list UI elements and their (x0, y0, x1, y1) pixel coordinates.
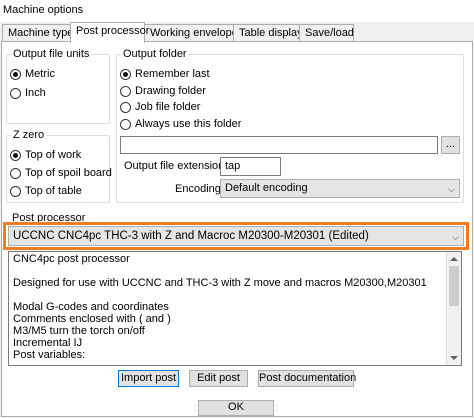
post-processor-select[interactable]: UCCNC CNC4pc THC-3 with Z and Macroc M20… (8, 226, 464, 246)
post-documentation-button[interactable]: Post documentation (258, 370, 356, 387)
scrollbar-graphic (449, 257, 459, 360)
radio-top-of-work-label: Top of work (25, 149, 82, 161)
tab-save-load[interactable]: Save/load (299, 24, 354, 42)
tab-table-display[interactable]: Table display (233, 24, 303, 42)
radio-top-of-spoil-board[interactable]: Top of spoil board (10, 167, 112, 179)
radio-inch[interactable]: Inch (10, 87, 46, 99)
description-line: Incremental IJ (13, 337, 83, 349)
description-line: Comments enclosed with ( and ) (13, 313, 171, 325)
radio-drawing-folder[interactable]: Drawing folder (120, 85, 206, 97)
radio-metric[interactable]: Metric (10, 68, 55, 80)
description-line (13, 289, 457, 301)
encoding-select-value: Default encoding (225, 182, 308, 194)
radio-job-file-folder-label: Job file folder (135, 101, 201, 113)
radio-always-use-folder[interactable]: Always use this folder (120, 118, 241, 130)
title-bar: Machine options (0, 0, 474, 22)
radio-drawing-folder-circle[interactable] (120, 85, 131, 97)
radio-inch-circle[interactable] (10, 87, 21, 99)
tab-strip: Machine type Post processor Working enve… (0, 22, 474, 43)
tab-machine-type[interactable]: Machine type (2, 24, 73, 42)
radio-job-file-folder[interactable]: Job file folder (120, 101, 200, 113)
description-line: CNC4pc post processor (13, 253, 130, 265)
radio-top-of-spoil-board-label: Top of spoil board (25, 167, 112, 179)
description-line: Modal G-codes and coordinates (13, 301, 169, 313)
radio-top-of-table-circle[interactable] (10, 185, 21, 197)
description-line: M3/M5 turn the torch on/off (13, 325, 145, 337)
output-units-legend: Output file units (13, 48, 90, 60)
browse-folder-button[interactable]: ... (441, 136, 460, 154)
z-zero-legend: Z zero (13, 129, 45, 141)
import-post-button[interactable]: Import post (118, 370, 179, 387)
radio-inch-label: Inch (25, 87, 46, 99)
encoding-select[interactable]: Default encoding ⌵ (220, 179, 460, 198)
window-title: Machine options (3, 4, 84, 16)
radio-remember-last-label: Remember last (135, 68, 210, 80)
description-line: Post variables: (13, 349, 86, 361)
radio-always-use-folder-circle[interactable] (120, 118, 131, 130)
chevron-down-icon: ⌵ (452, 232, 459, 242)
radio-metric-circle[interactable] (10, 68, 21, 80)
edit-post-button[interactable]: Edit post (189, 370, 248, 387)
radio-metric-label: Metric (25, 68, 55, 80)
post-processor-select-value: UCCNC CNC4pc THC-3 with Z and Macroc M20… (13, 230, 369, 242)
description-line (13, 265, 457, 277)
output-units-group: Output file units (6, 48, 110, 124)
radio-top-of-table-label: Top of table (25, 185, 82, 197)
radio-drawing-folder-label: Drawing folder (135, 85, 206, 97)
radio-top-of-spoil-board-circle[interactable] (10, 167, 21, 179)
extension-label: Output file extension (124, 160, 225, 172)
radio-job-file-folder-circle[interactable] (120, 101, 131, 113)
radio-top-of-table[interactable]: Top of table (10, 185, 82, 197)
tab-post-processor[interactable]: Post processor (70, 22, 149, 43)
description-line: Designed for use with UCCNC and THC-3 wi… (13, 277, 427, 289)
output-folder-legend: Output folder (123, 48, 187, 60)
post-description-box[interactable]: CNC4pc post processor Designed for use w… (8, 251, 462, 366)
radio-always-use-folder-label: Always use this folder (135, 118, 242, 130)
scroll-thumb[interactable] (449, 266, 459, 306)
folder-path-input[interactable] (120, 136, 438, 154)
radio-top-of-work[interactable]: Top of work (10, 149, 81, 161)
chevron-down-icon: ⌵ (448, 184, 455, 194)
scroll-up-arrow-icon[interactable] (450, 257, 458, 261)
encoding-label: Encoding (175, 183, 221, 195)
radio-remember-last-circle[interactable] (120, 68, 131, 80)
extension-input[interactable]: tap (220, 157, 281, 176)
description-scrollbar[interactable] (446, 252, 461, 365)
ok-button[interactable]: OK (198, 400, 274, 416)
scroll-down-arrow-icon[interactable] (450, 356, 458, 360)
radio-remember-last[interactable]: Remember last (120, 68, 210, 80)
tab-working-envelope[interactable]: Working envelope (144, 24, 238, 42)
radio-top-of-work-circle[interactable] (10, 149, 21, 161)
